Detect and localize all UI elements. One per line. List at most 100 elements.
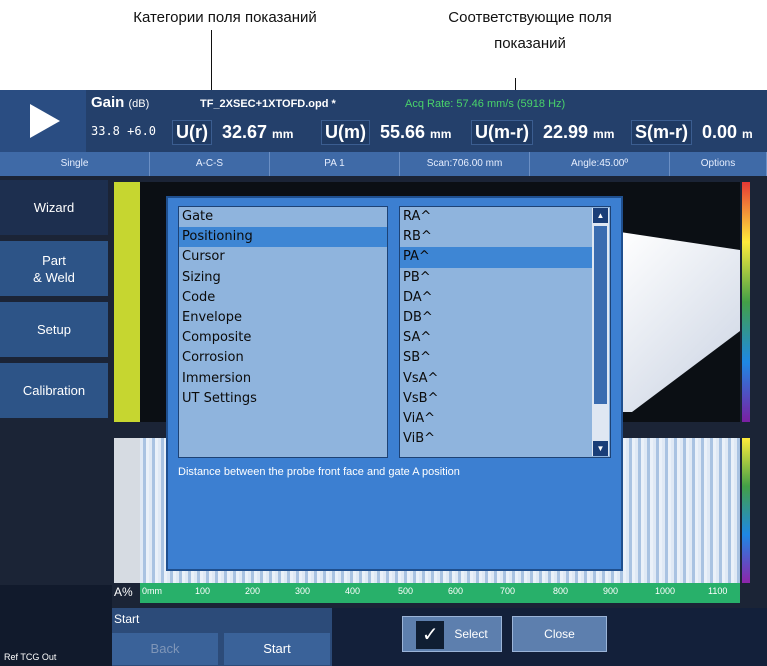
play-icon [30, 104, 60, 138]
reading-unit: mm [272, 127, 294, 141]
reading-unit: mm [430, 127, 452, 141]
check-icon: ✓ [416, 620, 445, 649]
color-palette-b [742, 438, 750, 583]
category-item[interactable]: Composite [179, 328, 387, 348]
tick-200: 200 [245, 586, 261, 596]
reading-label: U(m-r) [471, 120, 533, 145]
device-screen: Gain (dB) 33.8 +6.0 TF_2XSEC+1XTOFD.opd … [0, 90, 767, 666]
reading-value: 32.67 [222, 122, 268, 142]
field-item[interactable]: DA^ [400, 288, 592, 308]
annotation-categories: Категории поля показаний [133, 9, 317, 26]
reading-value: 22.99 [543, 122, 589, 142]
category-item[interactable]: Immersion [179, 369, 387, 389]
play-button[interactable] [0, 90, 86, 152]
tick-100: 100 [195, 586, 211, 596]
probe-status-panel: Ref TCG Out [0, 585, 112, 666]
reading-u-m-r[interactable]: U(m-r) 22.99 mm [471, 120, 614, 148]
category-item[interactable]: Positioning [179, 227, 387, 248]
tick-400: 400 [345, 586, 361, 596]
reading-selection-dialog: Gate Positioning Cursor Sizing Code Envelope C… [166, 196, 623, 652]
acq-rate: Acq Rate: 57.46 mm/s (5918 Hz) [405, 98, 566, 110]
tick-900: 900 [603, 586, 619, 596]
select-button[interactable]: ✓ Select [402, 616, 502, 652]
gain-value[interactable]: 33.8 +6.0 [91, 124, 156, 138]
tick-500: 500 [398, 586, 414, 596]
tick-1100: 1100 [708, 586, 728, 596]
gain-label-text: Gain [91, 94, 125, 111]
category-item[interactable]: Gate [179, 207, 387, 227]
sidebar-item-label: Setup [37, 322, 71, 337]
tab-scan[interactable]: Scan:706.00 mm [400, 152, 530, 176]
reading-unit: m [742, 127, 753, 141]
annotation-fields-line1: Соответствующие поля [448, 9, 612, 26]
top-bar: Gain (dB) 33.8 +6.0 TF_2XSEC+1XTOFD.opd … [0, 90, 767, 152]
tick-1000: 1000 [655, 586, 676, 596]
scroll-thumb[interactable] [594, 226, 607, 404]
x-axis-ruler: A% 0mm 100 200 300 400 500 600 700 800 9… [114, 583, 740, 603]
gain-label[interactable]: Gain (dB) [91, 94, 149, 111]
category-item[interactable]: Envelope [179, 308, 387, 328]
tick-700: 700 [500, 586, 516, 596]
reading-u-r[interactable]: U(r) 32.67 mm [172, 120, 293, 148]
reading-label: S(m-r) [631, 120, 692, 145]
tick-300: 300 [295, 586, 311, 596]
field-item[interactable]: PB^ [400, 268, 592, 288]
sidebar-item-label: Calibration [22, 383, 86, 398]
sidebar-item-wizard[interactable]: Wizard [0, 180, 108, 238]
status-text: Ref TCG Out [4, 652, 57, 662]
select-label: Select [454, 627, 488, 641]
field-item[interactable]: ViA^ [400, 409, 592, 429]
field-description: Distance between the probe front face an… [178, 466, 460, 478]
axis-label: A% [114, 585, 133, 599]
reading-value: 55.66 [380, 122, 426, 142]
annotation-fields-line2: показаний [494, 35, 566, 52]
close-button[interactable]: Close [512, 616, 607, 652]
category-item[interactable]: UT Settings [179, 389, 387, 409]
back-button[interactable]: Back [112, 633, 218, 665]
scroll-down-icon[interactable]: ▼ [593, 441, 608, 456]
field-list[interactable]: RA^ RB^ PA^ PB^ DA^ DB^ SA^ SB^ VsA^ VsB^ ViA^ ViB^… [399, 206, 611, 458]
category-item[interactable]: Code [179, 288, 387, 308]
reading-unit: mm [593, 127, 615, 141]
tab-angle[interactable]: Angle:45.00º [530, 152, 670, 176]
sidebar-item-part-weld[interactable]: Part & Weld [0, 241, 108, 299]
reading-label: U(m) [321, 120, 370, 145]
field-list-scrollbar[interactable]: ▲ ▼ [592, 208, 609, 456]
field-item[interactable]: DB^ [400, 308, 592, 328]
category-item[interactable]: Corrosion [179, 348, 387, 368]
file-name: TF_2XSEC+1XTOFD.opd * [200, 98, 336, 110]
field-item[interactable]: VsB^ [400, 389, 592, 409]
field-item[interactable]: RA^ [400, 207, 592, 227]
tab-single[interactable]: Single [0, 152, 150, 176]
reading-value: 0.00 [702, 122, 738, 142]
sidebar-item-label: Wizard [33, 200, 75, 215]
field-item[interactable]: SA^ [400, 328, 592, 348]
tick-800: 800 [553, 586, 569, 596]
scroll-up-icon[interactable]: ▲ [593, 208, 608, 223]
start-panel-title: Start [114, 612, 140, 626]
field-item[interactable]: RB^ [400, 227, 592, 247]
field-item[interactable]: ViB^ [400, 429, 592, 449]
start-button[interactable]: Start [224, 633, 330, 665]
sidebar-item-setup[interactable]: Setup [0, 302, 108, 360]
field-item[interactable]: VsA^ [400, 369, 592, 389]
y-ruler-ascan [114, 182, 140, 422]
reading-label: U(r) [172, 120, 212, 145]
category-item[interactable]: Sizing [179, 268, 387, 288]
field-item[interactable]: SB^ [400, 348, 592, 368]
field-item[interactable]: PA^ [400, 247, 592, 268]
reading-s-m-r[interactable]: S(m-r) 0.00 m [631, 120, 753, 148]
tick-0: 0mm [142, 586, 162, 596]
reading-u-m[interactable]: U(m) 55.66 mm [321, 120, 451, 148]
y-ruler-bscan [114, 438, 140, 583]
color-palette [742, 182, 750, 422]
category-list[interactable]: Gate Positioning Cursor Sizing Code Envelope C… [178, 206, 388, 458]
tab-options[interactable]: Options [670, 152, 767, 176]
tab-acs[interactable]: A-C-S [150, 152, 270, 176]
sidebar-item-calibration[interactable]: Calibration [0, 363, 108, 421]
gain-unit: (dB) [128, 98, 150, 110]
category-item[interactable]: Cursor [179, 247, 387, 267]
sidebar-item-label: Part & Weld [33, 252, 75, 285]
tab-bar: Single A-C-S PA 1 Scan:706.00 mm Angle:4… [0, 152, 767, 176]
tab-pa1[interactable]: PA 1 [270, 152, 400, 176]
